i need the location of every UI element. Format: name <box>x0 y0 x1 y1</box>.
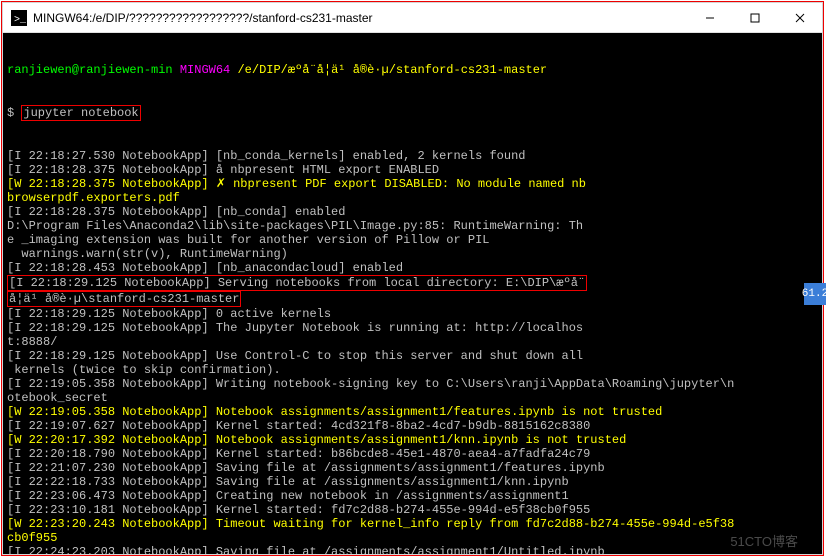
terminal-body[interactable]: ranjiewen@ranjiewen-min MINGW64 /e/DIP/æ… <box>3 33 822 554</box>
terminal-window: >_ MINGW64:/e/DIP/??????????????????/sta… <box>2 2 823 555</box>
shell-name: MINGW64 <box>180 63 230 77</box>
log-line: cb0f955 <box>7 531 818 545</box>
log-line: [I 22:18:29.125 NotebookApp] Serving not… <box>7 275 818 291</box>
svg-text:>_: >_ <box>14 15 27 26</box>
log-line: [I 22:18:27.530 NotebookApp] [nb_conda_k… <box>7 149 818 163</box>
log-line: [I 22:18:28.453 NotebookApp] [nb_anacond… <box>7 261 818 275</box>
log-line: [I 22:23:06.473 NotebookApp] Creating ne… <box>7 489 818 503</box>
prompt-line: ranjiewen@ranjiewen-min MINGW64 /e/DIP/æ… <box>7 63 818 77</box>
log-output: [I 22:18:27.530 NotebookApp] [nb_conda_k… <box>7 149 818 554</box>
minimize-button[interactable] <box>687 3 732 32</box>
mingw-icon: >_ <box>11 10 27 26</box>
side-tab[interactable]: 61.2 <box>804 283 826 305</box>
log-line: [W 22:20:17.392 NotebookApp] Notebook as… <box>7 433 818 447</box>
window-title: MINGW64:/e/DIP/??????????????????/stanfo… <box>33 11 687 25</box>
watermark: 51CTO博客 <box>730 531 798 550</box>
cwd: /e/DIP/æºå¨å­¦ä¹ å®è·µ/stanford-cs231-ma… <box>237 63 547 77</box>
log-line: e _imaging extension was built for anoth… <box>7 233 818 247</box>
log-line: [I 22:18:29.125 NotebookApp] The Jupyter… <box>7 321 818 335</box>
close-button[interactable] <box>777 3 822 32</box>
log-line: [I 22:18:28.375 NotebookApp] å nbpresent… <box>7 163 818 177</box>
log-line: [I 22:18:29.125 NotebookApp] Use Control… <box>7 349 818 363</box>
log-line: [W 22:23:20.243 NotebookApp] Timeout wai… <box>7 517 818 531</box>
maximize-button[interactable] <box>732 3 777 32</box>
log-line: D:\Program Files\Anaconda2\lib\site-pack… <box>7 219 818 233</box>
log-line: [W 22:19:05.358 NotebookApp] Notebook as… <box>7 405 818 419</box>
log-line: kernels (twice to skip confirmation). <box>7 363 818 377</box>
log-line: [I 22:19:05.358 NotebookApp] Writing not… <box>7 377 818 391</box>
log-line: otebook_secret <box>7 391 818 405</box>
prompt-char: $ <box>7 106 14 120</box>
titlebar[interactable]: >_ MINGW64:/e/DIP/??????????????????/sta… <box>3 3 822 33</box>
log-line: [I 22:22:18.733 NotebookApp] Saving file… <box>7 475 818 489</box>
log-line: [I 22:23:10.181 NotebookApp] Kernel star… <box>7 503 818 517</box>
log-line: browserpdf.exporters.pdf <box>7 191 818 205</box>
log-line: å­¦ä¹ å®è·µ\stanford-cs231-master <box>7 291 818 307</box>
log-line: warnings.warn(str(v), RuntimeWarning) <box>7 247 818 261</box>
log-line: [W 22:18:28.375 NotebookApp] ✗ nbpresent… <box>7 177 818 191</box>
log-line: t:8888/ <box>7 335 818 349</box>
window-controls <box>687 3 822 32</box>
log-line: [I 22:20:18.790 NotebookApp] Kernel star… <box>7 447 818 461</box>
log-line: [I 22:18:28.375 NotebookApp] [nb_conda] … <box>7 205 818 219</box>
command-line: $ jupyter notebook <box>7 105 818 121</box>
log-line: [I 22:21:07.230 NotebookApp] Saving file… <box>7 461 818 475</box>
log-line: [I 22:19:07.627 NotebookApp] Kernel star… <box>7 419 818 433</box>
command-entered: jupyter notebook <box>21 105 140 121</box>
log-line: [I 22:18:29.125 NotebookApp] 0 active ke… <box>7 307 818 321</box>
user-host: ranjiewen@ranjiewen-min <box>7 63 173 77</box>
log-line: [I 22:24:23.203 NotebookApp] Saving file… <box>7 545 818 554</box>
